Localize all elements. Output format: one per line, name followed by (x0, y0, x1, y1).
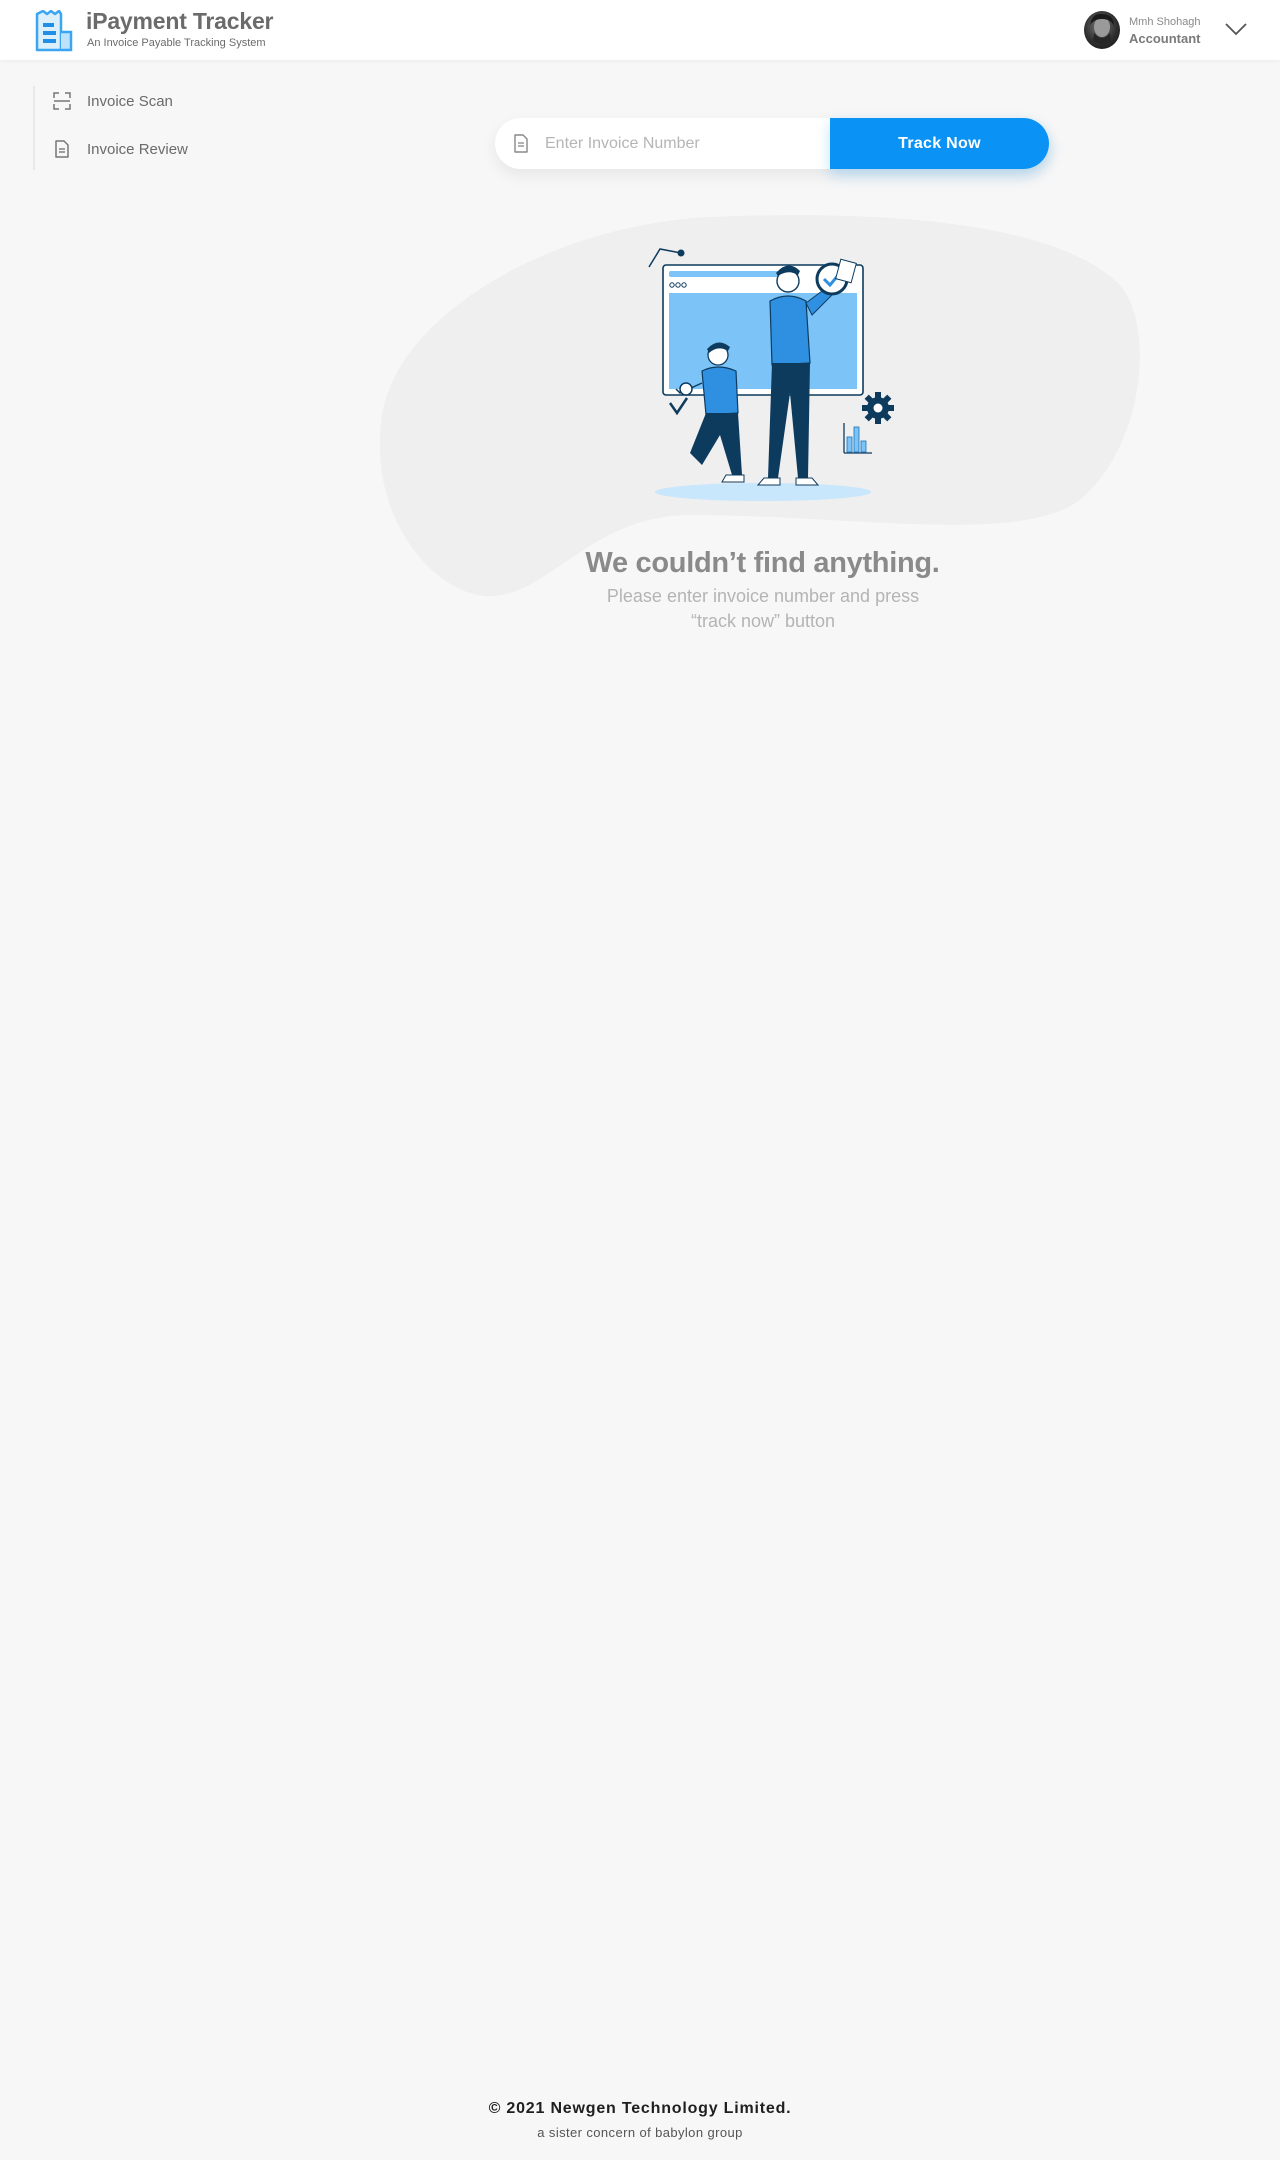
empty-state-message: Please enter invoice number and press “t… (560, 584, 966, 634)
sidebar-item-invoice-scan[interactable]: Invoice Scan (53, 86, 173, 116)
sidebar-item-invoice-review[interactable]: Invoice Review (53, 134, 188, 164)
user-role: Accountant (1129, 31, 1201, 46)
footer-copyright: © 2021 Newgen Technology Limited. (488, 2100, 792, 2117)
scan-icon (53, 92, 71, 110)
footer-tagline: a sister concern of babylon group (537, 2125, 743, 2140)
invoice-number-input[interactable] (545, 118, 815, 169)
empty-state-message-line: “track now” button (690, 611, 836, 631)
user-name: Mmh Shohagh (1129, 16, 1201, 28)
empty-state-message-line: Please enter invoice number and press (606, 586, 920, 606)
avatar-face-icon (1090, 13, 1114, 44)
document-icon (514, 134, 528, 153)
empty-state-illustration-icon (648, 248, 894, 501)
app-logo-icon[interactable] (33, 10, 75, 52)
app-subtitle: An Invoice Payable Tracking System (87, 37, 266, 49)
chevron-down-icon[interactable] (1224, 21, 1248, 37)
avatar[interactable] (1084, 11, 1120, 49)
user-menu[interactable]: Mmh Shohagh Accountant (1084, 11, 1254, 51)
top-header: iPayment Tracker An Invoice Payable Trac… (0, 0, 1280, 60)
invoice-search-bar: Track Now (495, 118, 1049, 169)
empty-state-title: We couldn’t find anything. (585, 547, 940, 579)
track-now-button[interactable]: Track Now (830, 118, 1049, 169)
app-title: iPayment Tracker (86, 8, 274, 34)
sidebar-nav: Invoice Scan Invoice Review (33, 86, 253, 170)
sidebar-item-label: Invoice Scan (87, 92, 173, 110)
document-icon (55, 140, 69, 158)
sidebar-item-label: Invoice Review (87, 140, 188, 158)
